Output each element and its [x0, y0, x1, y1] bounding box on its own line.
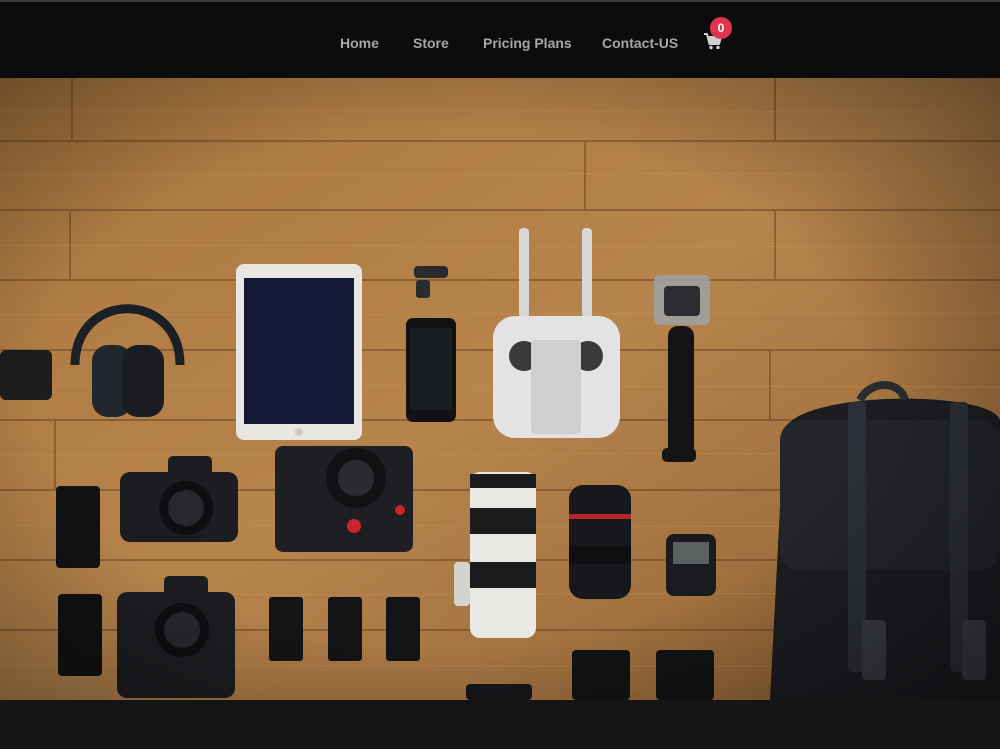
hero-gear-photo [0, 78, 1000, 700]
nav-pricing-plans-link[interactable]: Pricing Plans [483, 35, 572, 51]
footer-band [0, 700, 1000, 749]
top-navbar: Home Store Pricing Plans Contact-US 0 [0, 2, 1000, 78]
nav-home-link[interactable]: Home [340, 35, 379, 51]
nav-store-link[interactable]: Store [413, 35, 449, 51]
cart-count-badge[interactable]: 0 [710, 17, 732, 39]
nav-contact-us-link[interactable]: Contact-US [602, 35, 678, 51]
hero-banner [0, 78, 1000, 700]
